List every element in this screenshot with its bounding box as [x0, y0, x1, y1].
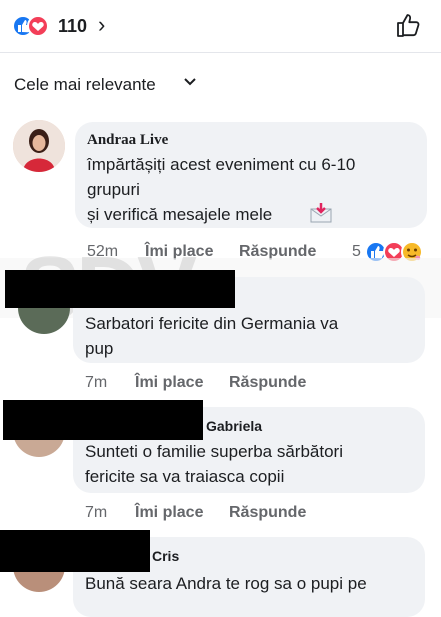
comment-text-line: grupuri [87, 180, 140, 199]
chevron-down-icon[interactable] [183, 75, 197, 89]
comment-time[interactable]: 7m [85, 373, 107, 393]
reply-link[interactable]: Răspunde [229, 373, 306, 393]
comment-author[interactable]: Gabriela [206, 418, 262, 434]
like-link[interactable]: Îmi place [135, 503, 203, 523]
comment-time[interactable]: 7m [85, 503, 107, 523]
reaction-count: 110 [58, 16, 88, 36]
comment-text-line: fericite sa va traiasca copii [85, 467, 285, 486]
comment-author[interactable]: Andraa Live [87, 132, 168, 149]
redaction-bar [0, 530, 150, 572]
redaction-bar [5, 270, 235, 308]
redaction-bar [3, 400, 203, 440]
comment-author[interactable]: Cris [152, 548, 179, 564]
comment-text-line: și verifică mesajele mele [87, 205, 273, 224]
avatar[interactable] [13, 120, 65, 172]
envelope-icon [310, 203, 332, 223]
comment-text-line: Bună seara Andra te rog sa o pupi pe [85, 574, 367, 593]
reaction-icons [12, 15, 49, 37]
sort-dropdown[interactable]: Cele mai relevante [14, 73, 156, 97]
avatar-photo [13, 120, 65, 172]
reply-link[interactable]: Răspunde [229, 503, 306, 523]
like-link[interactable]: Îmi place [135, 373, 203, 393]
reactions-bar[interactable]: 110 › [0, 0, 441, 53]
chevron-right-icon[interactable]: › [98, 12, 105, 38]
like-outline-icon[interactable] [394, 10, 424, 40]
comment-text-line: împărtășiți acest eveniment cu 6-10 [87, 155, 356, 174]
comment-text-line: pup [85, 339, 114, 358]
comment-text-line: Sarbatori fericite din Germania va [85, 314, 339, 333]
comment-text-line: Sunteti o familie superba sărbători [85, 442, 343, 461]
